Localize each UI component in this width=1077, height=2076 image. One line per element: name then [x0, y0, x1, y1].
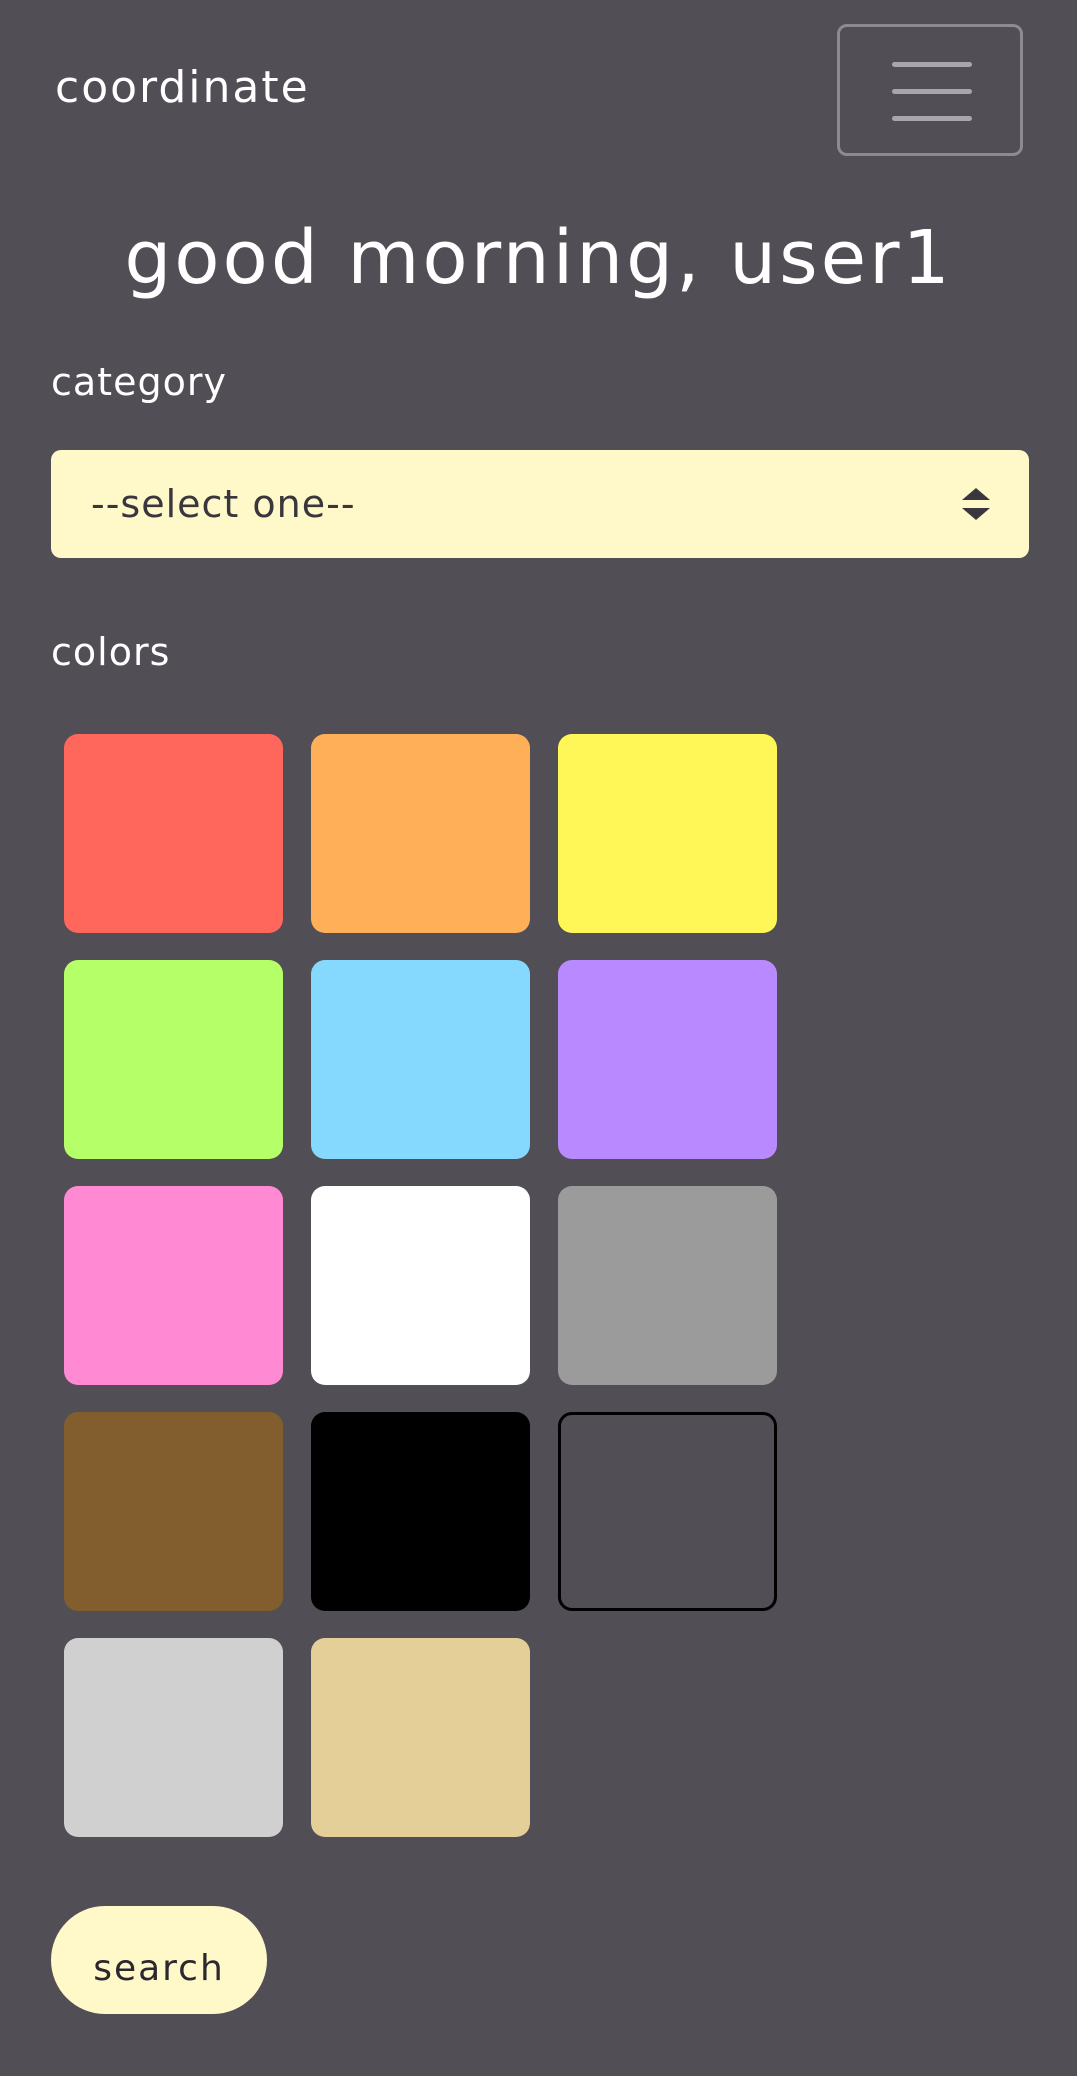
search-button-label: search: [93, 1947, 225, 1989]
hamburger-menu-icon: [892, 89, 972, 94]
colors-label: colors: [51, 630, 171, 674]
color-swatch-clear[interactable]: [558, 1412, 777, 1611]
page-title: good morning, user1: [124, 215, 953, 301]
color-swatch-purple[interactable]: [558, 960, 777, 1159]
cutoff-content: [51, 2058, 1031, 2076]
color-swatch-green[interactable]: [64, 960, 283, 1159]
color-swatch-blue[interactable]: [311, 960, 530, 1159]
color-swatch-brown[interactable]: [64, 1412, 283, 1611]
category-select[interactable]: --select one--: [51, 450, 1029, 558]
category-select-value: --select one--: [91, 482, 356, 526]
select-arrows-icon: [962, 488, 990, 520]
category-label: category: [51, 360, 227, 404]
search-button[interactable]: search: [51, 1906, 267, 2014]
color-swatch-grid: [64, 734, 777, 1839]
brand-logo[interactable]: coordinate: [55, 62, 310, 113]
navbar: coordinate: [0, 0, 1077, 170]
color-swatch-silver[interactable]: [64, 1638, 283, 1837]
color-swatch-red[interactable]: [64, 734, 283, 933]
color-swatch-beige[interactable]: [311, 1638, 530, 1837]
color-swatch-gray[interactable]: [558, 1186, 777, 1385]
menu-toggle-button[interactable]: [837, 24, 1023, 156]
color-swatch-pink[interactable]: [64, 1186, 283, 1385]
color-swatch-orange[interactable]: [311, 734, 530, 933]
color-swatch-white[interactable]: [311, 1186, 530, 1385]
color-swatch-black[interactable]: [311, 1412, 530, 1611]
hamburger-menu-icon: [892, 116, 972, 121]
hamburger-menu-icon: [892, 62, 972, 67]
color-swatch-yellow[interactable]: [558, 734, 777, 933]
